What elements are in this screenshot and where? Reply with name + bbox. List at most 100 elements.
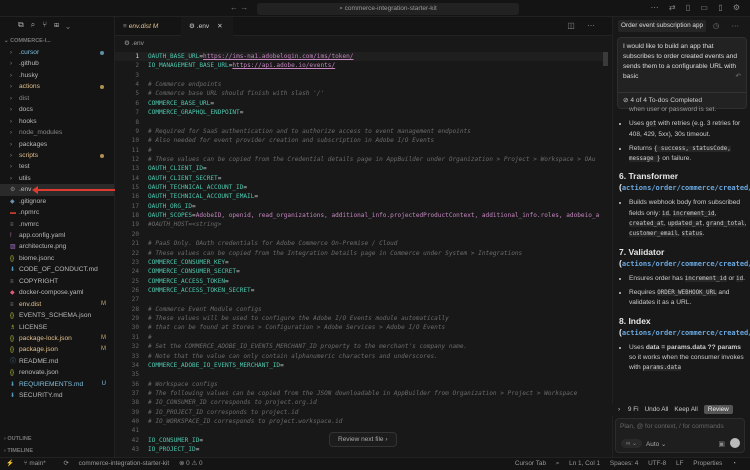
code-line: 10 # Also needed for event provider creat… <box>115 136 605 145</box>
file-tree-item[interactable]: › .github <box>0 58 114 69</box>
file-tree-item[interactable]: ◆ .gitignore <box>0 196 114 207</box>
cursor-tab-indicator[interactable]: Cursor Tab <box>515 460 546 467</box>
scrollbar[interactable] <box>603 52 608 66</box>
split-editor-icon[interactable]: ◫ ⋯ <box>567 21 600 30</box>
line-number: 17 <box>131 202 139 210</box>
file-tree-item[interactable]: {} package.json M <box>0 344 114 355</box>
env-key: OAUTH_TECHNICAL_ACCOUNT_ID <box>148 184 244 192</box>
line-number: 22 <box>131 249 139 257</box>
layout-toggle-icons[interactable]: ⋯ ⇄ ▯ ▭ ▯ ⚙ <box>651 3 744 12</box>
branch-indicator[interactable]: ⑂ main* <box>24 460 54 467</box>
line-number: 1 <box>135 53 139 60</box>
git-status-badge: U <box>101 380 106 387</box>
code-area[interactable]: 1 OAUTH_BASE_URL=https://ims-na1.adobelog… <box>115 52 605 457</box>
code-line: 11 # <box>115 146 605 155</box>
timeline-section[interactable]: › TIMELINE <box>0 445 115 457</box>
prompt-text: I would like to build an app that subscr… <box>623 43 737 80</box>
file-tree-item[interactable]: ! app.config.yaml <box>0 230 114 241</box>
file-tree-item[interactable]: › packages <box>0 139 114 150</box>
code-line: 24 COMMERCE_CONSUMER_SECRET= <box>115 267 605 276</box>
chat-input-placeholder: Plan, @ for context, / for commands <box>620 423 724 430</box>
file-tree-item[interactable]: › docs <box>0 104 114 115</box>
file-tree-item[interactable]: ≡ .nvmrc <box>0 219 114 230</box>
explorer-sidebar: ⧉⌕⑂⊞⌄ ⌄ COMMERCE-I... › .cursor › .github ›.… <box>0 17 115 457</box>
file-tree-item[interactable]: ≡ COPYRIGHT <box>0 276 114 287</box>
git-status-badge: M <box>101 334 106 341</box>
file-tree-item[interactable]: › node_modules <box>0 127 114 138</box>
file-tree-item[interactable]: › .husky <box>0 70 114 81</box>
revert-icon[interactable]: ↶ <box>735 72 741 82</box>
outline-section[interactable]: › OUTLINE <box>0 433 115 445</box>
file-tree-item[interactable]: {} package-lock.json M <box>0 333 114 344</box>
file-tree-item[interactable]: › actions <box>0 81 114 92</box>
zoom-icon[interactable]: ⌕ <box>556 460 560 467</box>
line-number: 30 <box>131 324 139 332</box>
sync-icon[interactable]: ⟳ <box>64 460 69 467</box>
file-tree-item[interactable]: › hooks <box>0 116 114 127</box>
env-key: COMMERCE_CONSUMER_KEY <box>148 258 226 266</box>
search-label: commerce-integration-starter-kit <box>344 5 437 12</box>
file-tree-item[interactable]: › .cursor <box>0 47 114 58</box>
code-line: 12 # These values can be copied from the … <box>115 155 605 164</box>
line-ending[interactable]: LF <box>676 460 683 467</box>
chat-header-icons[interactable]: + ◷ ⋯ <box>696 21 744 30</box>
cursor-position[interactable]: Ln 1, Col 1 <box>569 460 600 467</box>
file-name: SECURITY.md <box>19 392 63 400</box>
explorer-project-header[interactable]: ⌄ COMMERCE-I... <box>0 35 114 47</box>
keep-all-button[interactable]: Keep All <box>674 406 697 413</box>
remote-icon[interactable]: ⚡ <box>6 460 14 467</box>
activity-icons[interactable]: ⧉⌕⑂⊞⌄ <box>0 17 114 35</box>
file-tree-item[interactable]: ≡ env.dist M <box>0 299 114 310</box>
comment: # that can be found at Stores > Configur… <box>148 324 446 332</box>
file-tree-item[interactable]: › scripts <box>0 150 114 161</box>
file-tree-item[interactable]: {} renovate.json <box>0 367 114 378</box>
file-tree-item[interactable]: {} EVENTS_SCHEMA.json <box>0 310 114 321</box>
tab-env-dist[interactable]: ≡ env.dist M <box>115 17 166 36</box>
file-tree-item[interactable]: ⬇ CODE_OF_CONDUCT.md <box>0 264 114 275</box>
chat-tab-title[interactable]: Order event subscription app <box>618 20 706 32</box>
file-name: app.config.yaml <box>19 232 66 239</box>
file-name: .gitignore <box>19 197 47 205</box>
changed-files-toggle[interactable]: › 9 Fi <box>618 406 639 413</box>
code-line: 4 # Commerce endpoints <box>115 80 605 89</box>
close-icon[interactable]: ✕ <box>217 23 223 30</box>
file-tree-item[interactable]: ⬇ SECURITY.md <box>0 390 114 401</box>
command-center-search[interactable]: ⌕ commerce-integration-starter-kit <box>257 3 519 15</box>
file-tree-item[interactable]: ◆ docker-compose.yaml <box>0 287 114 298</box>
file-tree-item[interactable]: ⓘ README.md <box>0 356 114 367</box>
undo-all-button[interactable]: Undo All <box>645 406 669 413</box>
encoding[interactable]: UTF-8 <box>648 460 666 467</box>
file-tree-item[interactable]: {} biome.jsonc <box>0 253 114 264</box>
file-tree-item[interactable]: ▬ .npmrc <box>0 207 114 218</box>
file-tree-item[interactable]: › dist <box>0 93 114 104</box>
indentation[interactable]: Spaces: 4 <box>610 460 638 467</box>
env-key: IO_PROJECT_ID <box>148 446 196 454</box>
microphone-icon[interactable] <box>730 438 740 448</box>
file-name: renovate.json <box>19 369 59 377</box>
file-tree-item[interactable]: ▨ architecture.png <box>0 241 114 252</box>
file-name: package-lock.json <box>19 334 72 342</box>
review-next-file-button[interactable]: Review next file › <box>329 432 397 447</box>
breadcrumb[interactable]: ⚙ .env <box>115 36 612 51</box>
notifications-icon[interactable]: ◔ <box>732 460 736 467</box>
code-line: 14 OAUTH_CLIENT_SECRET= <box>115 174 605 183</box>
model-select[interactable]: Auto ⌄ <box>646 440 666 448</box>
file-name: REQUIREMENTS.md <box>19 380 84 388</box>
line-number: 20 <box>131 230 139 238</box>
review-button[interactable]: Review <box>703 405 733 414</box>
file-tree-item[interactable]: ♗ LICENSE <box>0 322 114 333</box>
user-prompt[interactable]: I would like to build an app that subscr… <box>617 37 747 109</box>
file-tree-item[interactable]: ⬇ REQUIREMENTS.md U <box>0 379 114 390</box>
image-icon[interactable]: ▣ <box>718 440 725 448</box>
chat-input[interactable]: Plan, @ for context, / for commands ∞ ⌄ … <box>615 418 745 453</box>
problems-indicator[interactable]: ⊗ 0 ⚠ 0 <box>179 460 203 467</box>
file-tree-item[interactable]: › test <box>0 161 114 172</box>
file-name: .env <box>19 186 32 194</box>
agent-mode-select[interactable]: ∞ ⌄ <box>621 439 642 448</box>
language-mode[interactable]: Properties <box>693 460 722 467</box>
file-tree-item[interactable]: › utils <box>0 173 114 184</box>
back-forward-icons[interactable]: ← → <box>230 3 248 12</box>
env-key: COMMERCE_ACCESS_TOKEN_SECRET <box>148 286 251 294</box>
line-number: 32 <box>131 343 139 351</box>
tab-env[interactable]: ⚙ .env ✕ <box>181 17 233 36</box>
